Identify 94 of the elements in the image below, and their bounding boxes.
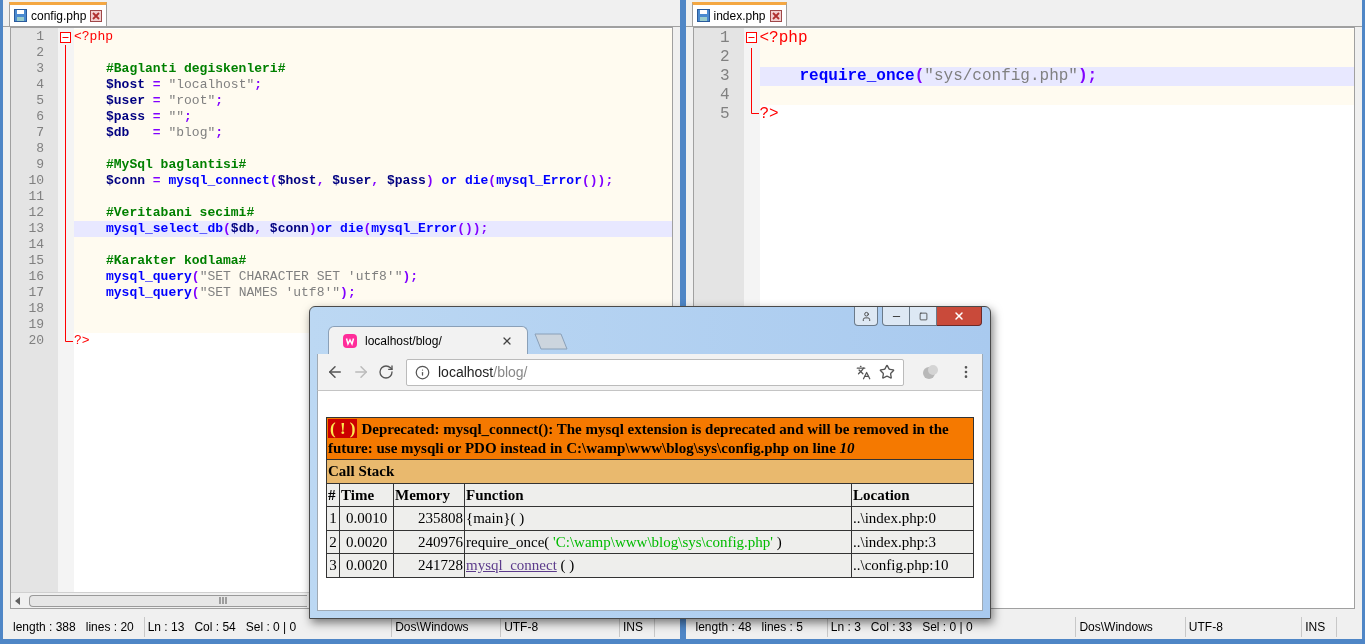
scroll-thumb[interactable]: [29, 594, 307, 607]
table-cell: {main}( ): [464, 506, 852, 530]
status-text: Ln : 13: [147, 619, 185, 636]
reload-icon[interactable]: [378, 364, 394, 380]
table-cell: 235808: [393, 506, 465, 530]
line-number: 17: [27, 285, 45, 301]
line-number: 3: [35, 61, 45, 77]
back-icon[interactable]: [326, 363, 344, 381]
line-number: 2: [718, 48, 731, 67]
line-number: 16: [27, 269, 45, 285]
line-number: 10: [27, 173, 45, 189]
close-icon[interactable]: [769, 9, 782, 22]
line-number: 9: [35, 157, 45, 173]
line-number: 1: [35, 29, 45, 45]
line-number: 5: [35, 93, 45, 109]
file-tab[interactable]: index.php: [691, 2, 787, 26]
table-cell: 241728: [393, 553, 465, 577]
line-number: 5: [718, 105, 731, 124]
table-cell: 0.0010: [339, 506, 394, 530]
minimize-button[interactable]: [882, 307, 910, 326]
error-message: ( ! ) Deprecated: mysql_connect(): The mysql extension is deprecated and will be removed in the future: use mysqli or PDO instead in C:\wamp\www\blog\sys\config.php on line 10: [326, 417, 974, 460]
fold-icon[interactable]: [60, 32, 71, 43]
status-text: Sel : 0 | 0: [922, 619, 973, 636]
table-cell: 1: [326, 506, 340, 530]
table-cell: ..\index.php:0: [851, 506, 974, 530]
table-cell: require_once( 'C:\wamp\www\blog\sys\config.php' ): [464, 530, 852, 554]
line-number: 19: [27, 317, 45, 333]
status-text: Sel : 0 | 0: [245, 619, 297, 636]
function-link[interactable]: mysql_connect: [466, 557, 557, 573]
browser-tab[interactable]: localhost/blog/: [328, 326, 528, 354]
section-heading: Call Stack: [326, 459, 974, 483]
save-icon: [696, 9, 710, 22]
status-text: lines : 5: [761, 619, 803, 636]
status-text: length : 388: [13, 619, 76, 636]
line-number: 15: [27, 253, 45, 269]
fold-end-icon: [65, 333, 73, 342]
line-number: 4: [35, 77, 45, 93]
status-text: UTF-8: [504, 619, 539, 636]
profile-button[interactable]: [854, 307, 878, 326]
column-header: #: [326, 483, 340, 507]
status-text: INS: [1305, 619, 1326, 636]
line-number: 7: [35, 125, 45, 141]
fold-icon[interactable]: [745, 32, 757, 43]
line-number: 2: [35, 45, 45, 61]
line-number: 1: [718, 29, 731, 48]
bookmark-icon[interactable]: [879, 364, 895, 380]
table-cell: 0.0020: [339, 530, 394, 554]
column-header: Location: [851, 483, 974, 507]
address-bar[interactable]: localhost/blog/: [406, 358, 904, 386]
status-text: length : 48: [695, 619, 752, 636]
status-text: UTF-8: [1188, 619, 1223, 636]
line-number: 4: [718, 86, 731, 105]
column-header: Function: [464, 483, 852, 507]
translate-icon[interactable]: [856, 364, 871, 380]
status-text: Col : 54: [194, 619, 236, 636]
line-number: 8: [35, 141, 45, 157]
status-text: Dos\Windows: [395, 619, 469, 636]
table-cell: ..\index.php:3: [851, 530, 974, 554]
maximize-icon: [918, 311, 928, 321]
line-number: 13: [27, 221, 45, 237]
table-cell: ..\config.php:10: [851, 553, 974, 577]
line-number: 11: [27, 189, 45, 205]
line-number: 3: [718, 67, 731, 86]
status-text: INS: [622, 619, 643, 636]
table-cell: 2: [326, 530, 340, 554]
file-tab[interactable]: config.php: [9, 2, 108, 26]
line-number: 18: [27, 301, 45, 317]
table-cell: 0.0020: [339, 553, 394, 577]
line-number: 14: [27, 237, 45, 253]
tab-label: config.php: [31, 7, 87, 25]
tab-title: localhost/blog/: [365, 332, 443, 350]
info-icon[interactable]: [415, 364, 430, 380]
user-icon: [860, 310, 872, 322]
status-text: Col : 33: [870, 619, 913, 636]
fold-end-icon: [750, 105, 759, 114]
status-text: Ln : 3: [830, 619, 861, 636]
site-icon: [343, 333, 357, 348]
scroll-left-icon[interactable]: [15, 596, 21, 605]
maximize-button[interactable]: [910, 307, 937, 326]
line-number: 6: [35, 109, 45, 125]
close-icon: [953, 310, 965, 322]
close-button[interactable]: [937, 307, 982, 326]
grip-icon: [219, 597, 227, 604]
table-cell: 3: [326, 553, 340, 577]
line-number: 12: [27, 205, 45, 221]
line-number: 20: [27, 333, 45, 349]
close-icon[interactable]: [90, 9, 103, 22]
tab-label: index.php: [713, 7, 766, 25]
cell-text: ( ): [559, 557, 575, 573]
save-icon: [14, 9, 27, 22]
url-text: localhost/blog/: [438, 362, 529, 382]
status-text: Dos\Windows: [1079, 619, 1153, 636]
table-cell: 240976: [393, 530, 465, 554]
status-text: lines : 20: [85, 619, 134, 636]
